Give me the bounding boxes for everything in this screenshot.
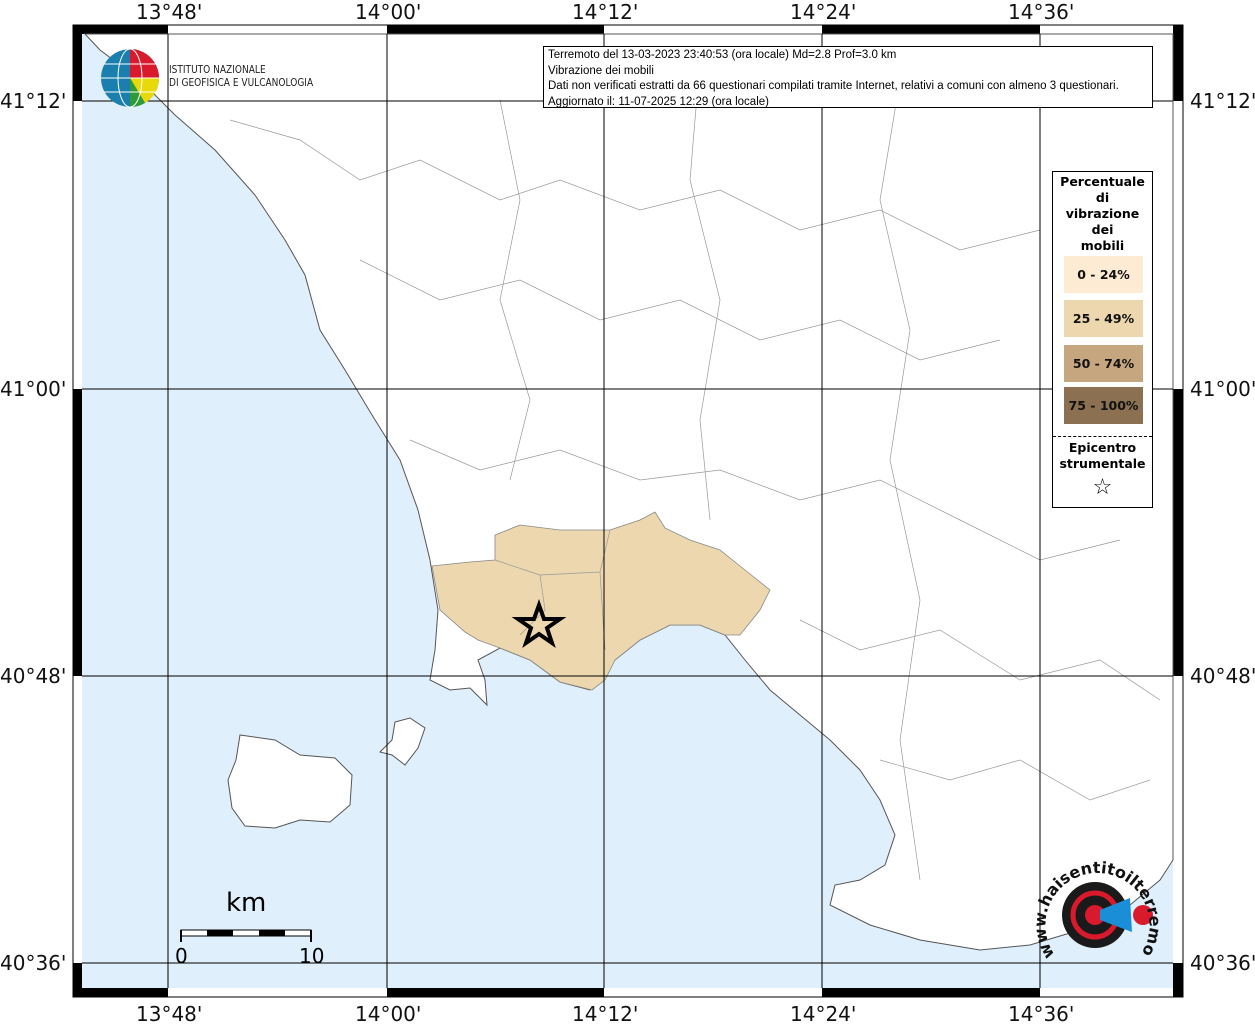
- legend-title-line: vibrazione: [1065, 206, 1140, 221]
- legend: Percentuale di vibrazione dei mobili 0 -…: [1052, 171, 1153, 508]
- scale-start: 0: [175, 944, 188, 968]
- lon-tick-bottom: 14°36': [1008, 1002, 1075, 1026]
- legend-title-line: mobili: [1080, 238, 1125, 253]
- legend-class-1: 25 - 49%: [1064, 300, 1143, 337]
- lat-tick-right: 41°00': [1190, 377, 1255, 401]
- legend-epicenter-line: strumentale: [1059, 456, 1146, 471]
- legend-star-icon: ☆: [1092, 475, 1113, 500]
- event-updated: Aggiornato il: 11-07-2025 12:29 (ora loc…: [548, 95, 769, 108]
- lon-tick-top: 14°36': [1008, 0, 1075, 24]
- lat-tick-right: 41°12': [1190, 89, 1255, 113]
- ingv-line2: DI GEOFISICA E VULCANOLOGIA: [169, 76, 314, 89]
- event-title: Terremoto del 13-03-2023 23:40:53 (ora l…: [548, 49, 897, 61]
- legend-epicenter-label: Epicentro strumentale: [1053, 440, 1152, 472]
- scale-end: 10: [299, 944, 325, 968]
- legend-divider: [1053, 436, 1152, 437]
- event-note: Dati non verificati estratti da 66 quest…: [548, 80, 1119, 92]
- event-info-box: Terremoto del 13-03-2023 23:40:53 (ora l…: [543, 46, 1153, 108]
- lon-tick-bottom: 14°24': [790, 1002, 857, 1026]
- event-parameter: Vibrazione dei mobili: [548, 64, 654, 77]
- legend-class-0: 0 - 24%: [1064, 256, 1143, 293]
- legend-class-3: 75 - 100%: [1064, 387, 1143, 424]
- ingv-logo-text: ISTITUTO NAZIONALE DI GEOFISICA E VULCAN…: [169, 63, 313, 89]
- lat-tick-right: 40°36': [1190, 951, 1255, 975]
- lon-tick-top: 14°24': [790, 0, 857, 24]
- legend-title: Percentuale di vibrazione dei mobili: [1053, 174, 1152, 254]
- legend-title-line: di: [1095, 190, 1110, 205]
- lat-tick-left: 40°36': [0, 951, 67, 975]
- lon-tick-bottom: 14°00': [355, 1002, 422, 1026]
- map[interactable]: www.haisentitoilterremoto.it: [0, 0, 1255, 1024]
- scale-unit: km: [226, 888, 267, 918]
- ingv-line1: ISTITUTO NAZIONALE: [169, 63, 266, 76]
- lon-tick-top: 14°00': [355, 0, 422, 24]
- lon-tick-top: 14°12': [572, 0, 639, 24]
- legend-epicenter-line: Epicentro: [1068, 440, 1137, 455]
- lat-tick-right: 40°48': [1190, 664, 1255, 688]
- lon-tick-bottom: 13°48': [136, 1002, 203, 1026]
- lon-tick-bottom: 14°12': [572, 1002, 639, 1026]
- lat-tick-left: 40°48': [0, 664, 67, 688]
- legend-class-2: 50 - 74%: [1064, 345, 1143, 382]
- lat-tick-left: 41°00': [0, 377, 67, 401]
- legend-title-line: Percentuale: [1060, 174, 1145, 189]
- lat-tick-left: 41°12': [0, 89, 67, 113]
- lon-tick-top: 13°48': [136, 0, 203, 24]
- legend-title-line: dei: [1091, 222, 1114, 237]
- ingv-logo-icon: [101, 48, 160, 108]
